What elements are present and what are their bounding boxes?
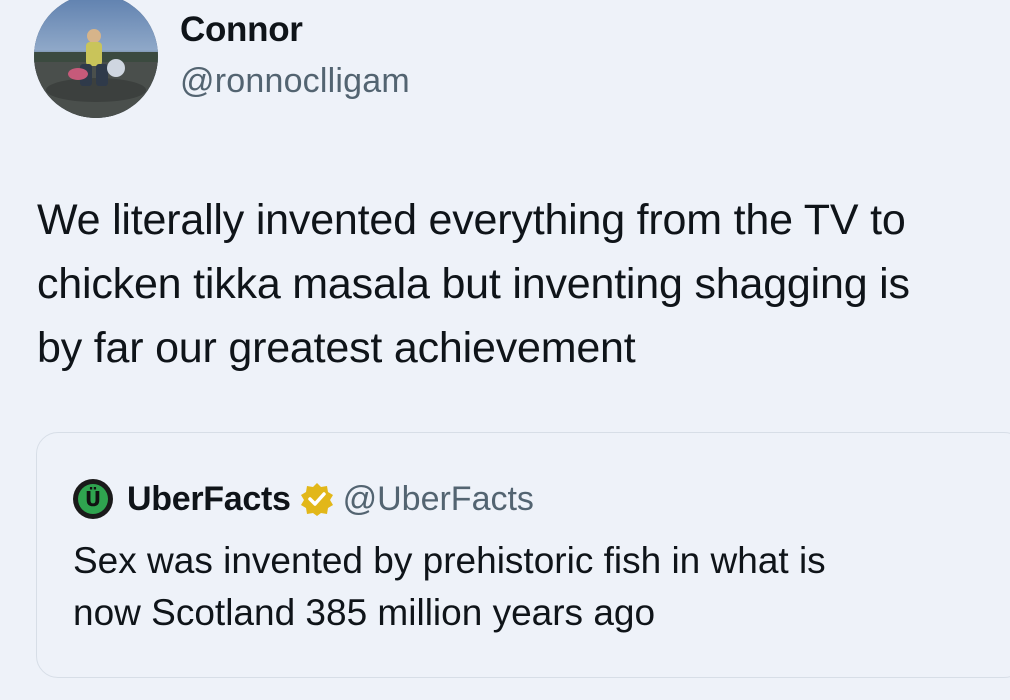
author-name[interactable]: Connor xyxy=(180,10,303,50)
quoted-tweet-text: Sex was invented by prehistoric fish in … xyxy=(73,535,1010,639)
verified-badge-icon xyxy=(300,483,333,516)
tweet-text-line: chicken tikka masala but inventing shagg… xyxy=(37,260,910,308)
uberfacts-logo-icon: Ü xyxy=(74,480,112,518)
quoted-tweet-card[interactable]: Ü UberFacts @UberFacts Sex was invented … xyxy=(36,432,1010,678)
author-handle[interactable]: @ronnoclligam xyxy=(180,62,410,101)
quoted-author-handle[interactable]: @UberFacts xyxy=(343,480,534,519)
author-avatar[interactable] xyxy=(34,0,158,118)
quoted-tweet-text-line: Sex was invented by prehistoric fish in … xyxy=(73,540,826,581)
quoted-tweet-header: Ü UberFacts @UberFacts xyxy=(73,477,534,521)
quoted-tweet-text-line: now Scotland 385 million years ago xyxy=(73,592,656,633)
tweet-text: We literally invented everything from th… xyxy=(37,188,1007,380)
quoted-author-avatar[interactable]: Ü xyxy=(73,479,113,519)
quoted-author-name[interactable]: UberFacts xyxy=(127,480,291,519)
tweet-text-line: by far our greatest achievement xyxy=(37,324,636,372)
tweet-text-line: We literally invented everything from th… xyxy=(37,196,906,244)
svg-text:Ü: Ü xyxy=(85,487,101,511)
tweet: Connor @ronnoclligam We literally invent… xyxy=(0,0,1010,700)
avatar-photo xyxy=(34,0,158,118)
